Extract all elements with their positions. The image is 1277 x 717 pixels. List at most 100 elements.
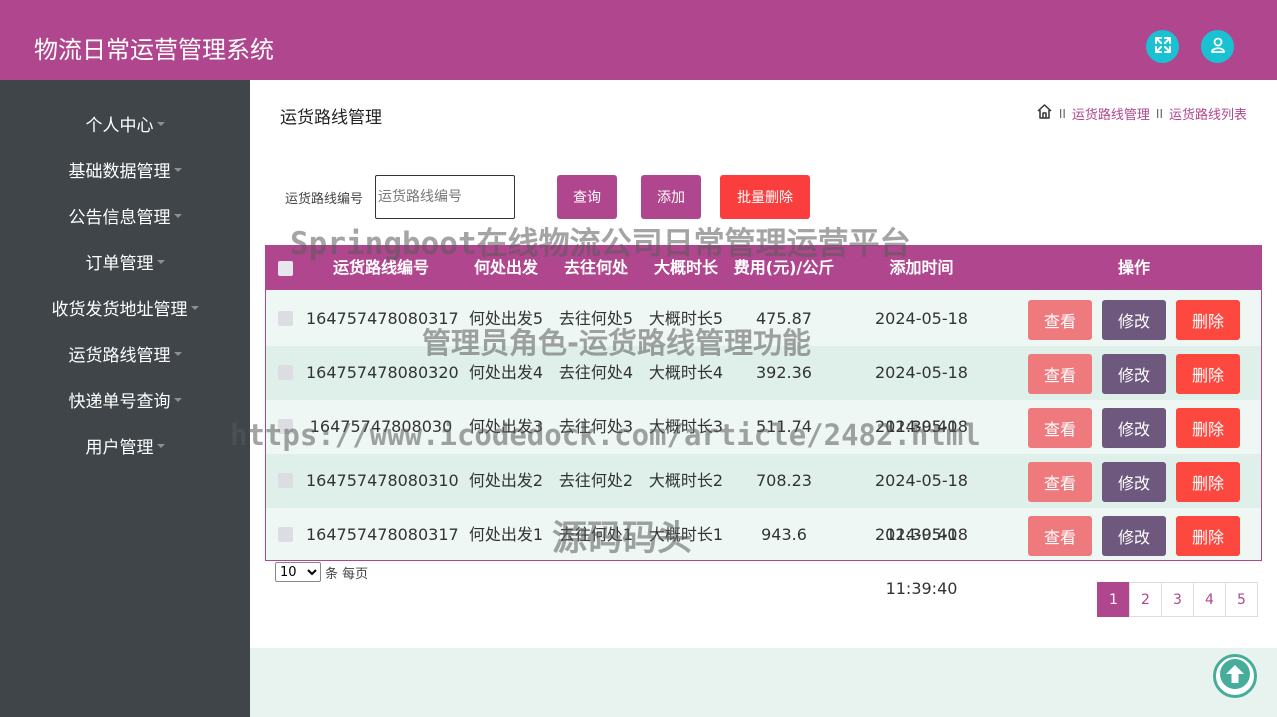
page-button[interactable]: 1 <box>1097 582 1130 617</box>
edit-button[interactable]: 修改 <box>1102 354 1166 394</box>
table-row: 164757478080317 何处出发1 去往何处1 大概时长1 943.6 … <box>266 508 1261 598</box>
view-button[interactable]: 查看 <box>1028 354 1092 394</box>
sidebar-item-label: 订单管理 <box>85 253 154 274</box>
table-row: 164757478080310 何处出发2 去往何处2 大概时长2 708.23… <box>266 454 1261 544</box>
add-button[interactable]: 添加 <box>641 175 701 219</box>
app-title: 物流日常运营管理系统 <box>34 36 274 64</box>
select-all-checkbox[interactable] <box>278 261 293 276</box>
sidebar-item-orders[interactable]: 订单管理 <box>0 246 250 276</box>
home-icon[interactable] <box>1036 103 1053 124</box>
row-checkbox[interactable] <box>278 527 293 542</box>
delete-button[interactable]: 删除 <box>1176 462 1240 502</box>
duration-cell: 大概时长3 <box>648 417 724 436</box>
column-header: 添加时间 <box>889 258 954 277</box>
from-cell: 何处出发4 <box>468 363 544 382</box>
duration-cell: 大概时长2 <box>648 471 724 490</box>
page-size-suffix: 条 每页 <box>325 566 369 582</box>
user-button[interactable] <box>1201 30 1234 63</box>
to-cell: 去往何处1 <box>558 525 634 544</box>
added-time-cell: 2024-05-18 11:39:40 <box>875 471 968 544</box>
sidebar-item-announcements[interactable]: 公告信息管理 <box>0 200 250 230</box>
added-time-cell: 2024-05-18 11:39:40 <box>875 417 968 490</box>
sidebar: 个人中心 基础数据管理 公告信息管理 订单管理 收货发货地址管理 运货路线管理 … <box>0 80 250 717</box>
row-checkbox[interactable] <box>278 365 293 380</box>
view-button[interactable]: 查看 <box>1028 300 1092 340</box>
sidebar-item-tracking[interactable]: 快递单号查询 <box>0 384 250 414</box>
page-title: 运货路线管理 <box>280 108 382 128</box>
batch-delete-button[interactable]: 批量删除 <box>720 175 810 219</box>
table-row: 164757478080317 何处出发5 去往何处5 大概时长5 475.87… <box>266 292 1261 382</box>
duration-cell: 大概时长5 <box>648 309 724 328</box>
main-content: 运货路线管理 II 运货路线管理 II 运货路线列表 运货路线编号 查询 添加 … <box>250 80 1277 648</box>
delete-button[interactable]: 删除 <box>1176 354 1240 394</box>
added-time-cell: 2024-05-18 11:39:40 <box>875 525 968 598</box>
fee-cell: 708.23 <box>756 471 812 490</box>
caret-down-icon <box>190 306 199 310</box>
sidebar-item-label: 基础数据管理 <box>68 161 171 182</box>
route-code-cell: 16475747808030 <box>309 417 453 436</box>
breadcrumb-separator: II <box>1155 106 1163 121</box>
view-button[interactable]: 查看 <box>1028 462 1092 502</box>
route-code-cell: 164757478080320 <box>306 363 459 382</box>
column-header: 费用(元)/公斤 <box>733 258 835 277</box>
route-code-search-input[interactable] <box>375 175 515 219</box>
edit-button[interactable]: 修改 <box>1102 300 1166 340</box>
caret-down-icon <box>173 398 182 402</box>
delete-button[interactable]: 删除 <box>1176 516 1240 556</box>
breadcrumb-separator: II <box>1058 106 1066 121</box>
breadcrumb-item[interactable]: 运货路线管理 <box>1072 104 1150 123</box>
row-checkbox[interactable] <box>278 419 293 434</box>
sidebar-item-addresses[interactable]: 收货发货地址管理 <box>0 292 250 322</box>
added-time-cell: 2024-05-18 11:39:40 <box>875 309 968 382</box>
duration-cell: 大概时长1 <box>648 525 724 544</box>
from-cell: 何处出发3 <box>468 417 544 436</box>
table-row: 16475747808030 何处出发3 去往何处3 大概时长3 511.74 … <box>266 400 1261 490</box>
page-size-select[interactable]: 10 <box>275 562 321 582</box>
page-button[interactable]: 5 <box>1225 582 1258 617</box>
route-code-cell: 164757478080317 <box>306 309 459 328</box>
caret-down-icon <box>156 444 165 448</box>
sidebar-item-basic-data[interactable]: 基础数据管理 <box>0 154 250 184</box>
breadcrumb: II 运货路线管理 II 运货路线列表 <box>1036 103 1247 124</box>
delete-button[interactable]: 删除 <box>1176 300 1240 340</box>
row-checkbox[interactable] <box>278 311 293 326</box>
sidebar-item-personal-center[interactable]: 个人中心 <box>0 108 250 138</box>
row-checkbox[interactable] <box>278 473 293 488</box>
top-bar: 物流日常运营管理系统 <box>0 0 1277 80</box>
view-button[interactable]: 查看 <box>1028 408 1092 448</box>
from-cell: 何处出发5 <box>468 309 544 328</box>
table-header: 运货路线编号 何处出发 去往何处 大概时长 费用(元)/公斤 添加时间 操作 <box>266 246 1261 290</box>
breadcrumb-item[interactable]: 运货路线列表 <box>1169 104 1247 123</box>
pagination: 1 2 3 4 5 <box>1097 582 1258 617</box>
user-icon <box>1209 36 1227 58</box>
route-code-cell: 164757478080310 <box>306 471 459 490</box>
page-size-control: 10 条 每页 <box>275 562 368 582</box>
duration-cell: 大概时长4 <box>648 363 724 382</box>
back-to-top-button[interactable] <box>1213 654 1257 698</box>
to-cell: 去往何处3 <box>558 417 634 436</box>
edit-button[interactable]: 修改 <box>1102 462 1166 502</box>
edit-button[interactable]: 修改 <box>1102 408 1166 448</box>
fee-cell: 475.87 <box>756 309 812 328</box>
fullscreen-button[interactable] <box>1146 30 1179 63</box>
fullscreen-icon <box>1154 36 1172 58</box>
column-header: 操作 <box>1117 258 1150 277</box>
sidebar-item-label: 快递单号查询 <box>68 391 171 412</box>
sidebar-item-label: 运货路线管理 <box>68 345 171 366</box>
added-time-cell: 2024-05-18 11:39:40 <box>875 363 968 436</box>
to-cell: 去往何处2 <box>558 471 634 490</box>
sidebar-item-label: 收货发货地址管理 <box>51 299 188 320</box>
column-header: 去往何处 <box>563 258 628 277</box>
sidebar-item-users[interactable]: 用户管理 <box>0 430 250 460</box>
column-header: 大概时长 <box>653 258 718 277</box>
sidebar-item-label: 用户管理 <box>85 437 154 458</box>
delete-button[interactable]: 删除 <box>1176 408 1240 448</box>
page-button[interactable]: 4 <box>1193 582 1226 617</box>
page-button[interactable]: 3 <box>1161 582 1194 617</box>
page-button[interactable]: 2 <box>1129 582 1162 617</box>
view-button[interactable]: 查看 <box>1028 516 1092 556</box>
sidebar-item-routes[interactable]: 运货路线管理 <box>0 338 250 368</box>
query-button[interactable]: 查询 <box>557 175 617 219</box>
search-label: 运货路线编号 <box>285 192 364 207</box>
edit-button[interactable]: 修改 <box>1102 516 1166 556</box>
